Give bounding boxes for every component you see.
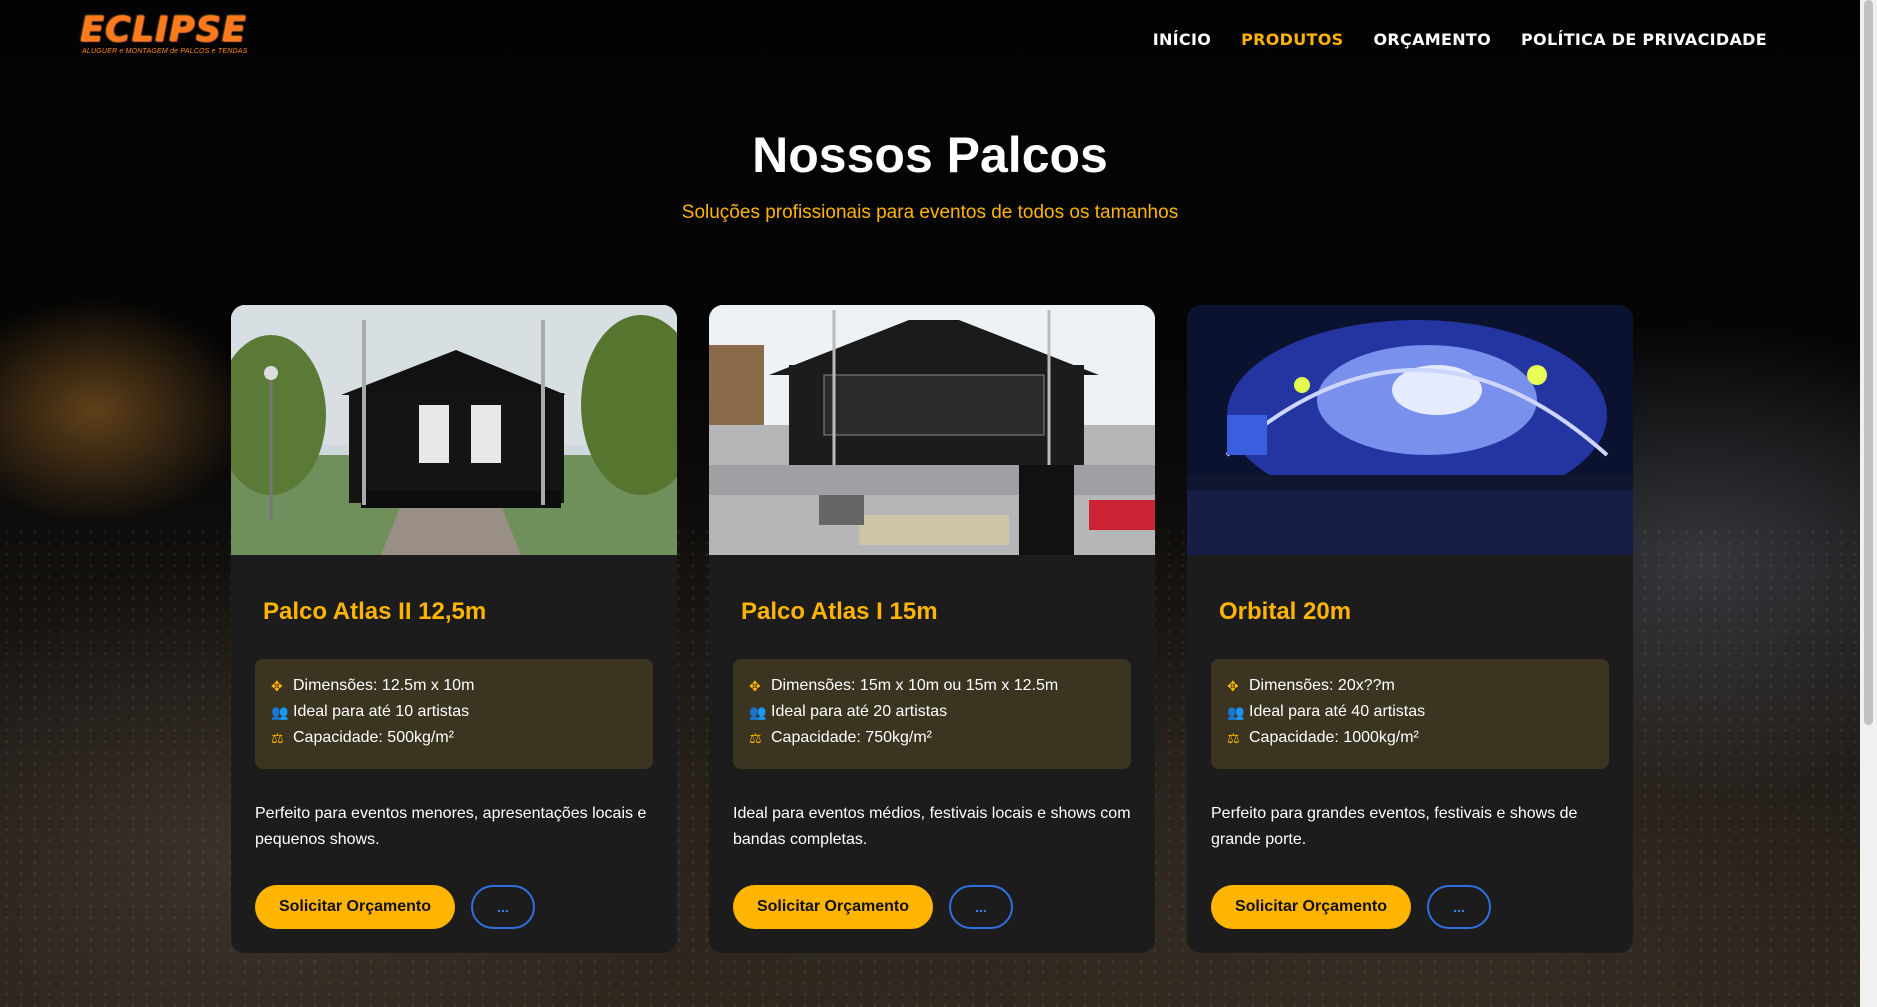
- spec-artists: 👥 Ideal para até 10 artistas: [271, 699, 637, 725]
- spec-capacity: ⚖ Capacidade: 750kg/m²: [749, 725, 1115, 751]
- stage-photo: [231, 305, 677, 555]
- arrows-move-icon: ✥: [749, 677, 761, 694]
- product-specs: ✥ Dimensões: 12.5m x 10m 👥 Ideal para at…: [255, 659, 653, 769]
- more-button[interactable]: ...: [471, 885, 535, 929]
- product-description: Ideal para eventos médios, festivais loc…: [733, 805, 1131, 848]
- arrows-move-icon: ✥: [271, 677, 283, 694]
- logo-tagline: ALUGUER e MONTAGEM de PALCOS e TENDAS: [82, 48, 248, 55]
- spec-dimensions: ✥ Dimensões: 15m x 10m ou 15m x 12.5m: [749, 673, 1115, 699]
- product-specs: ✥ Dimensões: 15m x 10m ou 15m x 12.5m 👥 …: [733, 659, 1131, 769]
- nav-inicio[interactable]: INÍCIO: [1153, 30, 1211, 49]
- more-button[interactable]: ...: [1427, 885, 1491, 929]
- scrollbar[interactable]: [1860, 0, 1877, 1007]
- product-card-atlas-i: Palco Atlas I 15m ✥ Dimensões: 15m x 10m…: [709, 305, 1155, 953]
- scrollbar-thumb[interactable]: [1864, 0, 1873, 725]
- spec-capacity: ⚖ Capacidade: 500kg/m²: [271, 725, 637, 751]
- page-title: Nossos Palcos: [752, 127, 1108, 183]
- arrows-move-icon: ✥: [1227, 677, 1239, 694]
- product-specs: ✥ Dimensões: 20x??m 👥 Ideal para até 40 …: [1211, 659, 1609, 769]
- main-nav: INÍCIO PRODUTOS ORÇAMENTO POLÍTICA DE PR…: [1123, 30, 1767, 49]
- nav-politica-privacidade[interactable]: POLÍTICA DE PRIVACIDADE: [1521, 30, 1767, 49]
- product-title: Palco Atlas II 12,5m: [263, 598, 487, 625]
- spec-text: Dimensões: 20x??m: [1249, 677, 1395, 694]
- page-subtitle: Soluções profissionais para eventos de t…: [681, 202, 1179, 223]
- spec-dimensions: ✥ Dimensões: 12.5m x 10m: [271, 673, 637, 699]
- product-cards: Palco Atlas II 12,5m ✥ Dimensões: 12.5m …: [231, 305, 1633, 953]
- nav-orcamento[interactable]: ORÇAMENTO: [1374, 30, 1492, 49]
- product-image-orbital: [1187, 305, 1633, 555]
- weight-icon: ⚖: [271, 729, 284, 746]
- weight-icon: ⚖: [749, 729, 762, 746]
- spec-text: Capacidade: 500kg/m²: [293, 729, 454, 746]
- more-button[interactable]: ...: [949, 885, 1013, 929]
- product-description: Perfeito para grandes eventos, festivais…: [1211, 805, 1578, 848]
- spec-text: Ideal para até 40 artistas: [1249, 703, 1426, 720]
- logo[interactable]: ECLIPSE ALUGUER e MONTAGEM de PALCOS e T…: [80, 12, 247, 55]
- stage-photo: [1187, 305, 1633, 555]
- product-description: Perfeito para eventos menores, apresenta…: [255, 805, 647, 848]
- request-quote-button[interactable]: Solicitar Orçamento: [733, 885, 933, 929]
- product-image-atlas-i: [709, 305, 1155, 555]
- logo-wordmark: ECLIPSE: [80, 10, 247, 50]
- spec-dimensions: ✥ Dimensões: 20x??m: [1227, 673, 1593, 699]
- spec-text: Ideal para até 10 artistas: [293, 703, 470, 720]
- users-icon: 👥: [271, 703, 289, 720]
- product-card-atlas-ii: Palco Atlas II 12,5m ✥ Dimensões: 12.5m …: [231, 305, 677, 953]
- nav-produtos[interactable]: PRODUTOS: [1241, 30, 1343, 49]
- weight-icon: ⚖: [1227, 729, 1240, 746]
- site-header: ECLIPSE ALUGUER e MONTAGEM de PALCOS e T…: [0, 0, 1860, 80]
- stage-photo: [709, 305, 1155, 555]
- spec-text: Capacidade: 750kg/m²: [771, 729, 932, 746]
- spec-text: Ideal para até 20 artistas: [771, 703, 948, 720]
- product-title: Palco Atlas I 15m: [741, 598, 938, 625]
- product-card-orbital: Orbital 20m ✥ Dimensões: 20x??m 👥 Ideal …: [1187, 305, 1633, 953]
- request-quote-button[interactable]: Solicitar Orçamento: [255, 885, 455, 929]
- product-image-atlas-ii: [231, 305, 677, 555]
- users-icon: 👥: [1227, 703, 1245, 720]
- spec-artists: 👥 Ideal para até 20 artistas: [749, 699, 1115, 725]
- users-icon: 👥: [749, 703, 767, 720]
- spec-text: Dimensões: 15m x 10m ou 15m x 12.5m: [771, 677, 1059, 694]
- spec-text: Capacidade: 1000kg/m²: [1249, 729, 1419, 746]
- product-title: Orbital 20m: [1219, 598, 1352, 625]
- spec-capacity: ⚖ Capacidade: 1000kg/m²: [1227, 725, 1593, 751]
- spec-artists: 👥 Ideal para até 40 artistas: [1227, 699, 1593, 725]
- request-quote-button[interactable]: Solicitar Orçamento: [1211, 885, 1411, 929]
- spec-text: Dimensões: 12.5m x 10m: [293, 677, 475, 694]
